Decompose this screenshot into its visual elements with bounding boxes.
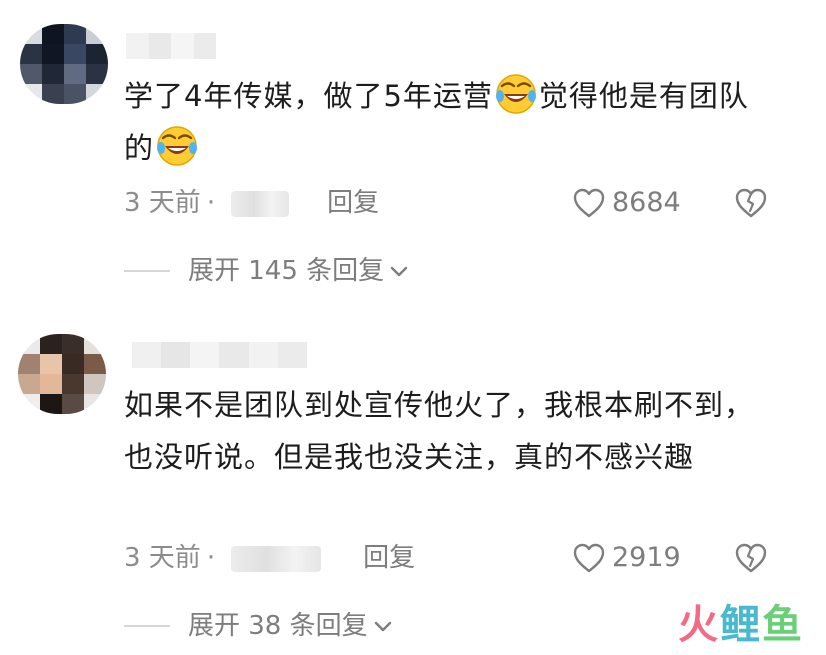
avatar[interactable]: [18, 334, 106, 414]
comment-text: 如果不是团队到处宣传他火了，我根本刷不到，也没听说。但是我也没关注，真的不感兴趣: [124, 388, 755, 474]
comment-meta: 3 天前 · 回复: [124, 538, 415, 578]
heart-outline-icon: [573, 543, 605, 573]
comment-text-part: 学了4年传媒，做了5年运营: [124, 79, 493, 113]
heart-outline-icon: [573, 188, 605, 218]
comment-item: 如果不是团队到处宣传他火了，我根本刷不到，也没听说。但是我也没关注，真的不感兴趣…: [0, 320, 826, 655]
comment-item: 学了4年传媒，做了5年运营 觉得他是有团队的 3 天前 · 回复 8684 展开…: [0, 0, 826, 320]
separator: ·: [206, 188, 216, 218]
expand-replies-label: 展开 145 条回复: [188, 256, 385, 286]
like-button[interactable]: 2919: [572, 538, 681, 578]
expand-replies-button[interactable]: 展开 145 条回复: [124, 251, 410, 291]
divider-line: [124, 270, 170, 272]
laughing-crying-emoji: [157, 126, 198, 166]
comment-time: 3 天前: [124, 543, 201, 573]
watermark-part: 火: [678, 602, 720, 648]
location-blurred: [231, 191, 290, 217]
like-count: 2919: [612, 542, 681, 573]
comment-meta: 3 天前 · 回复: [124, 183, 379, 223]
watermark-logo: 火鲤鱼: [678, 603, 804, 647]
username-blurred[interactable]: [132, 342, 307, 368]
like-button[interactable]: 8684: [572, 183, 681, 223]
broken-heart-icon[interactable]: [734, 541, 768, 575]
watermark-part: 鱼: [762, 602, 804, 648]
chevron-down-icon: [390, 266, 408, 277]
separator: ·: [206, 543, 216, 573]
comment-text: 学了4年传媒，做了5年运营 觉得他是有团队的: [124, 70, 776, 174]
broken-heart-icon[interactable]: [734, 186, 768, 220]
chevron-down-icon: [374, 621, 391, 632]
divider-line: [124, 625, 170, 627]
avatar[interactable]: [20, 24, 108, 104]
laughing-crying-emoji: [495, 74, 536, 114]
reply-button[interactable]: 回复: [363, 543, 415, 573]
like-count: 8684: [612, 187, 681, 218]
reply-button[interactable]: 回复: [327, 188, 379, 218]
expand-replies-button[interactable]: 展开 38 条回复: [124, 606, 394, 646]
username-blurred[interactable]: [126, 33, 216, 59]
location-blurred: [231, 546, 322, 572]
watermark-part: 鲤: [720, 602, 762, 648]
comment-time: 3 天前: [124, 188, 201, 218]
expand-replies-label: 展开 38 条回复: [188, 611, 368, 641]
